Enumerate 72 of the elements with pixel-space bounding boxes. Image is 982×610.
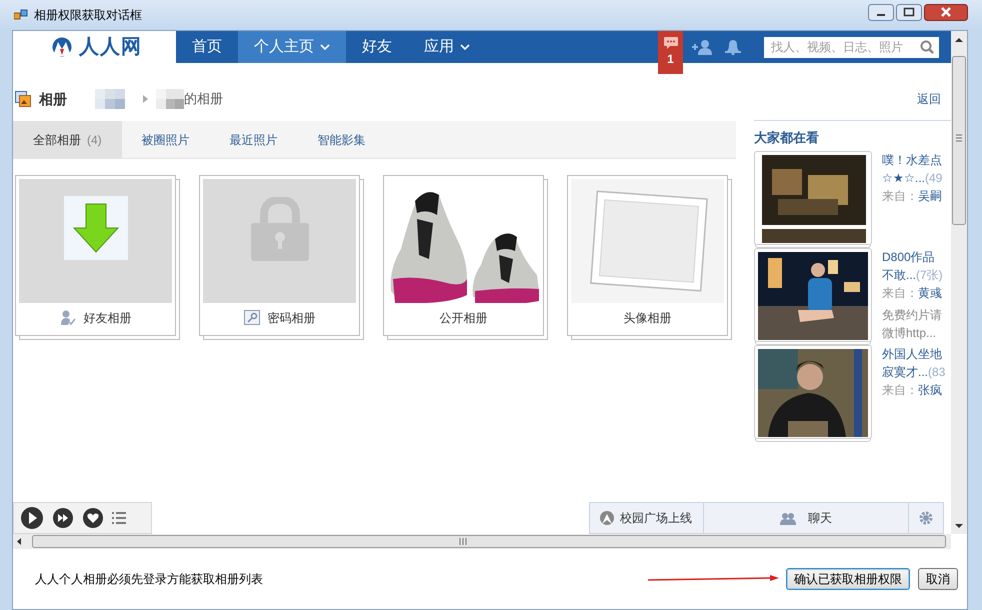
person-icon (60, 310, 76, 326)
chat-button[interactable]: 聊天 (704, 502, 909, 534)
close-button[interactable] (924, 4, 968, 20)
album-title: 相册 (39, 90, 67, 108)
album-icon (15, 91, 31, 107)
add-friend-icon[interactable] (692, 39, 712, 55)
photo-count: (7张) (916, 267, 943, 284)
post-subtitle[interactable]: 寂寞才... (882, 363, 928, 381)
breadcrumb-arrow-icon (143, 95, 148, 103)
album-label[interactable]: 密码相册 (268, 308, 316, 327)
vertical-scrollbar[interactable] (951, 31, 967, 534)
post-description: 免费约片请 (882, 307, 943, 324)
dialog-button[interactable]: 取消 (918, 568, 958, 590)
redacted-name (156, 89, 184, 109)
source-label: 来自： (882, 188, 918, 205)
album-owner-label: 的相册 (184, 90, 223, 108)
photo-count: (83 (928, 364, 946, 381)
album-tab[interactable]: 被圈照片 (122, 121, 210, 158)
search-icon (920, 40, 934, 54)
redacted-name (95, 89, 125, 109)
album-card[interactable]: 密码相册 (199, 175, 360, 336)
post-subtitle[interactable]: ☆★☆... (882, 169, 926, 187)
back-link[interactable]: 返回 (917, 90, 941, 108)
skip-icon[interactable] (52, 507, 74, 529)
nav-tab[interactable]: 好友 (346, 31, 408, 63)
album-card[interactable]: 公开相册 (383, 175, 544, 336)
photo-count: (49 (925, 170, 942, 187)
source-label: 来自： (882, 285, 918, 302)
key-icon (244, 310, 260, 326)
album-label[interactable]: 公开相册 (440, 308, 488, 327)
list-icon[interactable] (112, 512, 126, 524)
maximize-button[interactable] (896, 4, 922, 20)
bell-icon[interactable] (724, 39, 742, 55)
post-title[interactable]: 外国人坐地 (882, 345, 946, 363)
nav-tab[interactable]: 应用 (408, 31, 486, 63)
album-tab[interactable]: 智能影集 (298, 121, 386, 158)
nav-tab[interactable]: 首页 (176, 31, 238, 63)
post-description: 微博http... (882, 325, 938, 342)
caret-icon (320, 44, 330, 50)
campus-icon (600, 510, 614, 526)
author-link[interactable]: 黄彧 (918, 284, 942, 302)
logo-text: 人人网 (79, 35, 142, 60)
campus-button[interactable]: 校园广场上线 (589, 502, 704, 534)
search-field[interactable]: 找人、视频、日志、照片 (764, 36, 939, 58)
album-label[interactable]: 头像相册 (624, 308, 672, 327)
album-card[interactable]: 头像相册 (567, 175, 728, 336)
caret-icon (460, 44, 470, 50)
dialog-message: 人人个人相册必须先登录方能获取相册列表 (35, 571, 263, 588)
album-tab[interactable]: 全部相册 (4) (13, 121, 122, 158)
section-heading: 大家都在看 (754, 129, 819, 148)
post-subtitle[interactable]: 不敢... (882, 266, 916, 284)
post-title[interactable]: D800作品 (882, 248, 943, 266)
settings-icon (919, 511, 933, 525)
chat-bubble-icon (662, 36, 678, 49)
minimize-button[interactable] (868, 4, 894, 20)
lock-icon (250, 197, 308, 261)
play-icon[interactable] (20, 506, 44, 530)
people-icon (780, 512, 796, 524)
nav-tab[interactable]: 个人主页 (238, 31, 346, 63)
app-icon (14, 9, 28, 21)
settings-button[interactable] (909, 502, 944, 534)
album-tab[interactable]: 最近照片 (210, 121, 298, 158)
album-label[interactable]: 好友相册 (84, 308, 132, 327)
horizontal-scrollbar[interactable] (13, 534, 951, 549)
author-link[interactable]: 吴嗣 (918, 187, 942, 205)
source-label: 来自： (882, 382, 918, 399)
message-badge[interactable]: 1 (658, 31, 683, 74)
author-link[interactable]: 张疯 (918, 381, 942, 399)
window-title: 相册权限获取对话框 (34, 7, 142, 24)
album-card[interactable]: 好友相册 (15, 175, 176, 336)
dialog-button[interactable]: 确认已获取相册权限 (786, 568, 910, 590)
post-title[interactable]: 噗！水差点 (882, 151, 942, 169)
